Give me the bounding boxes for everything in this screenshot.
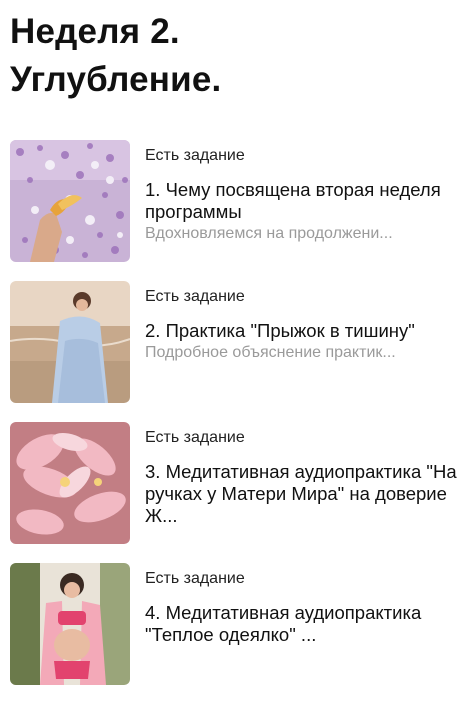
flower-petals-hand-image	[10, 140, 130, 262]
lesson-list-screen: Неделя 2. Углубление. Есть задание 1. Че…	[0, 0, 476, 711]
lesson-title: 4. Медитативная аудиопрактика "Теплое од…	[145, 602, 422, 645]
lesson-item-1[interactable]: Есть задание 1. Чему посвящена вторая не…	[0, 140, 476, 262]
lesson-title: 3. Медитативная аудиопрактика "На ручках…	[145, 461, 457, 526]
lesson-item-4[interactable]: Есть задание 4. Медитативная аудиопракти…	[0, 563, 476, 685]
lesson-item-2-text: Есть задание 2. Практика "Прыжок в тишин…	[145, 287, 465, 363]
task-badge: Есть задание	[145, 147, 245, 164]
lesson-item-3[interactable]: Есть задание 3. Медитативная аудиопракти…	[0, 422, 476, 544]
lesson-title: 1. Чему посвящена вторая неделя программ…	[145, 179, 441, 222]
lesson-subtitle: Вдохновляемся на продолжени...	[145, 225, 393, 242]
task-badge: Есть задание	[145, 429, 245, 446]
lesson-subtitle: Подробное объяснение практик...	[145, 344, 396, 361]
lesson-item-3-text: Есть задание 3. Медитативная аудиопракти…	[145, 428, 465, 527]
woman-at-sea-image	[10, 281, 130, 403]
pregnant-woman-pink-image	[10, 563, 130, 685]
lesson-item-1-text: Есть задание 1. Чему посвящена вторая не…	[145, 146, 465, 244]
pink-plumeria-image	[10, 422, 130, 544]
lesson-item-2[interactable]: Есть задание 2. Практика "Прыжок в тишин…	[0, 281, 476, 403]
page-title-line2: Углубление.	[10, 60, 222, 99]
task-badge: Есть задание	[145, 288, 245, 305]
lesson-title: 2. Практика "Прыжок в тишину"	[145, 320, 415, 341]
page-title-line1: Неделя 2.	[10, 12, 180, 51]
task-badge: Есть задание	[145, 570, 245, 587]
page-title: Неделя 2. Углубление.	[10, 8, 450, 104]
lesson-item-4-text: Есть задание 4. Медитативная аудиопракти…	[145, 569, 465, 646]
